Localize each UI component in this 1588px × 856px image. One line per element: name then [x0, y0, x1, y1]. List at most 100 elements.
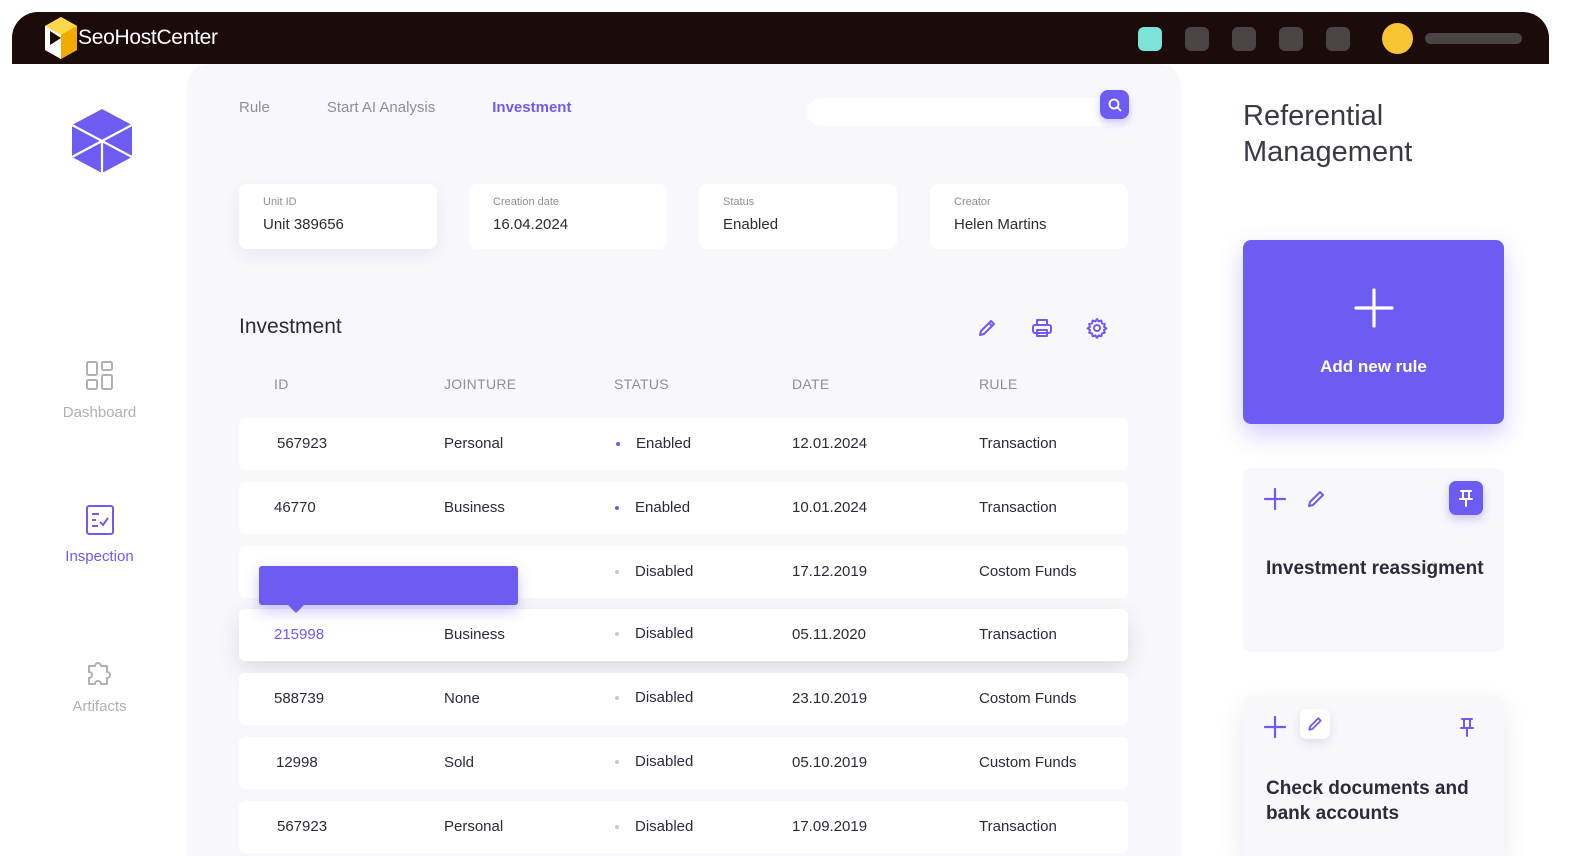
- table-row[interactable]: 46770 Business Enabled 10.01.2024 Transa…: [239, 482, 1128, 534]
- cell-status: Enabled: [635, 499, 691, 516]
- cell-rule: Transaction: [979, 626, 1057, 643]
- section-title: Investment: [239, 315, 342, 338]
- status-dot-disabled: [615, 696, 619, 700]
- sidebar-item-label: Dashboard: [62, 404, 137, 421]
- column-header-rule[interactable]: RULE: [979, 376, 1018, 392]
- rule-card[interactable]: Check documents and bank accounts: [1243, 696, 1504, 856]
- table-row-selected[interactable]: 215998 Business Disabled 05.11.2020 Tran…: [239, 609, 1128, 661]
- user-name-placeholder[interactable]: [1425, 33, 1522, 44]
- status-card: Status Enabled: [699, 184, 897, 249]
- cell-jointure: Personal: [444, 435, 504, 452]
- search-icon: [1108, 98, 1122, 112]
- edit-icon[interactable]: [1300, 709, 1330, 739]
- table-row[interactable]: 567923 Personal Enabled 12.01.2024 Trans…: [239, 418, 1128, 470]
- info-value: Helen Martins: [954, 216, 1047, 233]
- sidebar-item-label: Artifacts: [72, 698, 127, 715]
- top-bar: SeoHostCenter: [12, 12, 1549, 64]
- info-label: Creation date: [493, 196, 560, 208]
- sidebar-item-artifacts[interactable]: Artifacts: [12, 654, 187, 715]
- cell-date: 10.01.2024: [792, 499, 868, 516]
- toolbar-placeholder-icon[interactable]: [1232, 27, 1256, 51]
- cell-status: Disabled: [635, 818, 694, 835]
- rule-card[interactable]: Investment reassigment: [1243, 468, 1504, 652]
- unit-id-card: Unit ID Unit 389656: [239, 184, 437, 249]
- sidebar-item-dashboard[interactable]: Dashboard: [12, 360, 187, 421]
- pin-icon[interactable]: [1449, 481, 1483, 515]
- brand[interactable]: SeoHostCenter: [44, 16, 218, 60]
- tab-bar: Rule Start AI Analysis Investment: [239, 99, 628, 116]
- info-label: Status: [723, 196, 755, 208]
- tab-rule[interactable]: Rule: [239, 99, 270, 116]
- avatar[interactable]: [1382, 23, 1413, 54]
- rule-card-title: Investment reassigment: [1266, 558, 1484, 579]
- column-header-id[interactable]: ID: [274, 376, 289, 392]
- search-input[interactable]: [807, 98, 1127, 126]
- cell-status: Disabled: [635, 753, 694, 770]
- table-row[interactable]: 588739 None Disabled 23.10.2019 Costom F…: [239, 673, 1128, 725]
- cell-rule: Custom Funds: [979, 754, 1077, 771]
- creator-card: Creator Helen Martins: [930, 184, 1128, 249]
- main-content: Rule Start AI Analysis Investment Unit I…: [187, 64, 1181, 856]
- status-dot-disabled: [615, 760, 619, 764]
- info-value: Enabled: [723, 216, 779, 233]
- sidebar-item-inspection[interactable]: Inspection: [12, 504, 187, 565]
- edit-icon[interactable]: [1305, 488, 1327, 510]
- pin-icon[interactable]: [1456, 716, 1478, 738]
- creation-date-card: Creation date 16.04.2024: [469, 184, 667, 249]
- cell-rule: Costom Funds: [979, 563, 1077, 580]
- cell-rule: Transaction: [979, 818, 1057, 835]
- toolbar-placeholder-icon[interactable]: [1326, 27, 1350, 51]
- status-dot-disabled: [615, 570, 619, 574]
- tab-investment[interactable]: Investment: [492, 99, 571, 116]
- column-header-jointure[interactable]: JOINTURE: [444, 376, 516, 392]
- tab-start-ai-analysis[interactable]: Start AI Analysis: [327, 99, 435, 116]
- cube-icon[interactable]: [68, 107, 136, 180]
- status-dot-enabled: [615, 506, 619, 510]
- cell-status: Disabled: [635, 689, 694, 706]
- plus-icon[interactable]: [1264, 488, 1286, 510]
- cell-date: 17.12.2019: [792, 563, 868, 580]
- dashboard-icon: [85, 360, 115, 392]
- plus-icon[interactable]: [1264, 716, 1286, 738]
- cell-status: Disabled: [635, 625, 694, 642]
- info-label: Creator: [954, 196, 991, 208]
- cell-id: 588739: [274, 690, 325, 707]
- info-value: Unit 389656: [263, 216, 344, 233]
- table-row[interactable]: 12998 Sold Disabled 05.10.2019 Custom Fu…: [239, 737, 1128, 789]
- settings-icon[interactable]: [1086, 317, 1108, 339]
- cell-jointure: Personal: [444, 818, 504, 835]
- cell-jointure: Business: [444, 499, 505, 516]
- plus-icon: [1354, 288, 1394, 333]
- toolbar-placeholder-icon[interactable]: [1185, 27, 1209, 51]
- cell-id: 567923: [277, 818, 328, 835]
- cell-jointure: Sold: [444, 754, 475, 771]
- teal-status-chip[interactable]: [1138, 27, 1162, 51]
- cell-date: 12.01.2024: [792, 435, 868, 452]
- column-header-date[interactable]: DATE: [792, 376, 830, 392]
- cell-date: 17.09.2019: [792, 818, 868, 835]
- print-icon[interactable]: [1031, 317, 1053, 339]
- search-button[interactable]: [1100, 90, 1129, 119]
- sidebar-item-label: Inspection: [65, 548, 134, 565]
- edit-icon[interactable]: [976, 317, 998, 339]
- cell-jointure: Business: [444, 626, 505, 643]
- inspection-icon: [85, 504, 115, 536]
- row-tooltip: [259, 566, 518, 613]
- cell-id: 567923: [277, 435, 328, 452]
- status-dot-enabled: [616, 442, 620, 446]
- cell-id: 12998: [276, 754, 318, 771]
- cell-date: 05.10.2019: [792, 754, 868, 771]
- cell-id-link[interactable]: 215998: [274, 626, 324, 643]
- column-header-status[interactable]: STATUS: [614, 376, 669, 392]
- sidebar: Dashboard Inspection Artifacts: [12, 64, 187, 856]
- cell-rule: Transaction: [979, 435, 1057, 452]
- info-value: 16.04.2024: [493, 216, 569, 233]
- cell-date: 23.10.2019: [792, 690, 868, 707]
- right-panel: Referential Management Add new rule Inve…: [1181, 64, 1549, 856]
- status-dot-disabled: [615, 632, 619, 636]
- toolbar-placeholder-icon[interactable]: [1279, 27, 1303, 51]
- add-new-rule-button[interactable]: Add new rule: [1243, 240, 1504, 424]
- table-row[interactable]: 567923 Personal Disabled 17.09.2019 Tran…: [239, 801, 1128, 853]
- cell-id: 46770: [274, 499, 316, 516]
- cell-status: Disabled: [635, 563, 694, 580]
